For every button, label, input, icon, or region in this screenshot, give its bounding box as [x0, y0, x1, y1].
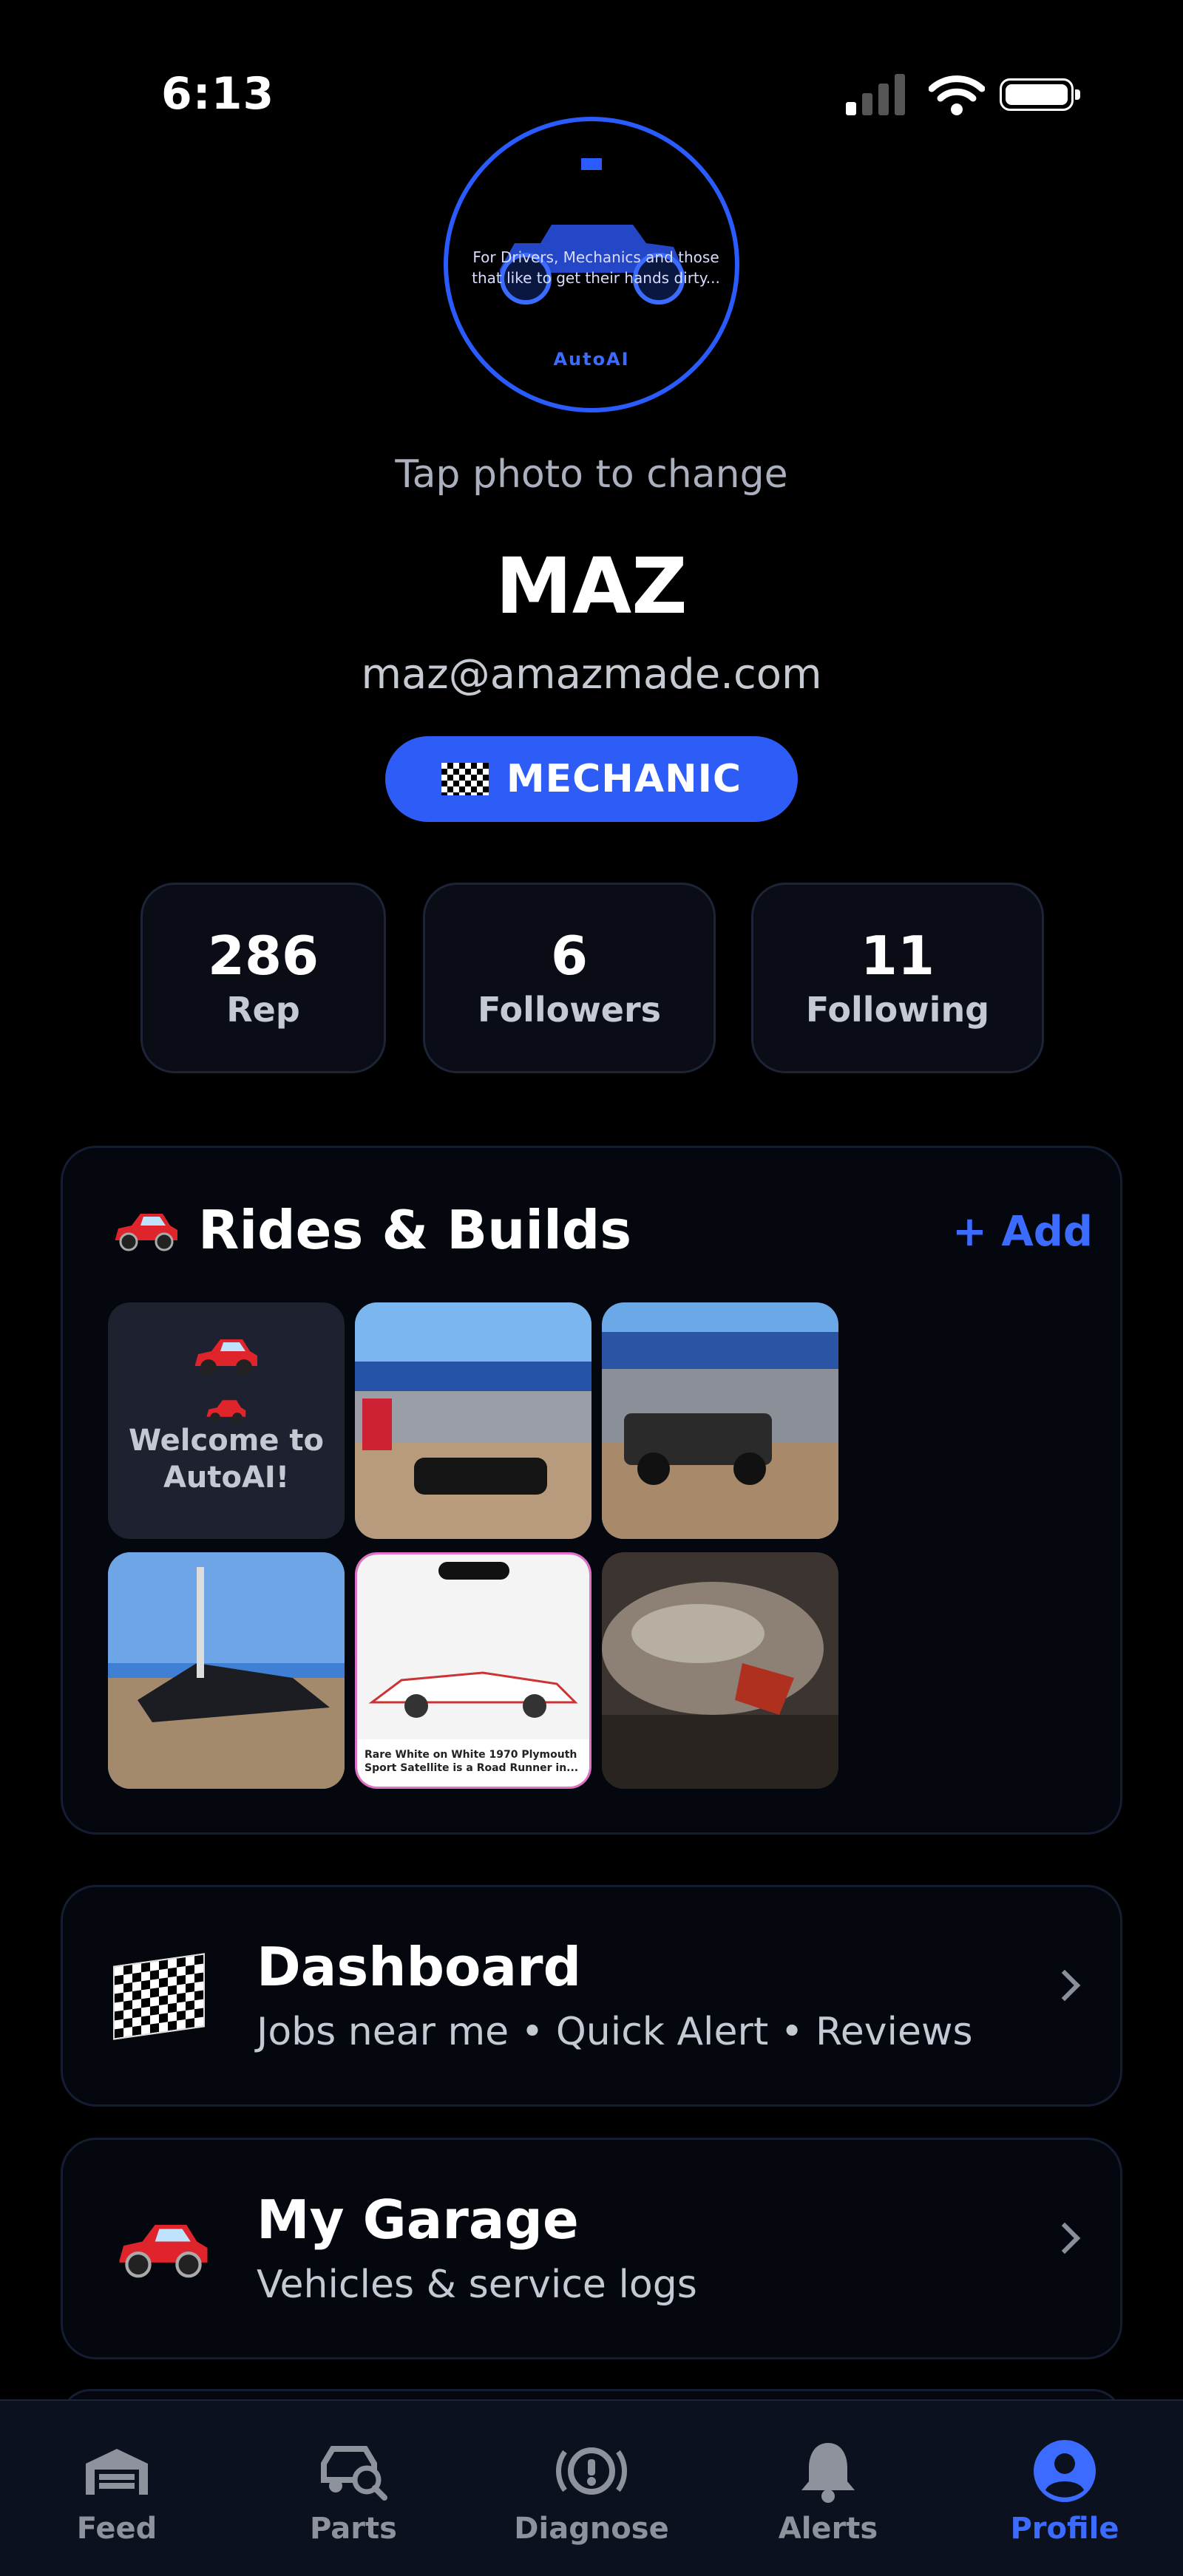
menu-title: My Garage	[257, 2189, 579, 2251]
tab-alerts[interactable]: Alerts	[747, 2438, 909, 2546]
chevron-right-icon	[1048, 1969, 1081, 2002]
ride-photo[interactable]	[602, 1552, 838, 1789]
stat-value: 6	[550, 925, 589, 987]
profile-avatar[interactable]: For Drivers, Mechanics and those that li…	[444, 117, 739, 412]
car-show-photo	[602, 1302, 838, 1539]
stat-value: 286	[207, 925, 319, 987]
my-garage-menu-item[interactable]: My Garage Vehicles & service logs	[61, 2138, 1122, 2359]
car-show-photo	[108, 1552, 345, 1789]
tab-parts[interactable]: Parts	[272, 2438, 435, 2546]
person-icon	[1034, 2440, 1096, 2502]
stat-rep[interactable]: 286 Rep	[140, 883, 386, 1073]
status-time: 6:13	[161, 68, 275, 120]
add-ride-button[interactable]: + Add	[952, 1208, 1093, 1256]
tab-profile[interactable]: Profile	[983, 2438, 1146, 2546]
red-car-icon	[119, 2224, 208, 2278]
rides-builds-title: Rides & Builds	[111, 1199, 631, 1261]
car-show-photo	[355, 1302, 592, 1539]
red-car-icon	[195, 1339, 257, 1376]
tab-label: Diagnose	[514, 2512, 669, 2546]
avatar-tagline: For Drivers, Mechanics and those that li…	[472, 248, 720, 287]
tab-feed[interactable]: Feed	[35, 2438, 198, 2546]
cellular-signal-icon	[846, 74, 905, 115]
tab-label: Alerts	[778, 2512, 878, 2546]
tab-label: Profile	[1010, 2512, 1119, 2546]
stat-label: Rep	[226, 990, 300, 1030]
motorcycle-tank-photo	[602, 1552, 838, 1789]
tab-diagnose[interactable]: Diagnose	[510, 2438, 673, 2546]
alert-circle-icon	[556, 2447, 627, 2495]
stat-value: 11	[860, 925, 935, 987]
profile-name: MAZ	[495, 541, 688, 631]
ride-photo[interactable]	[108, 1552, 345, 1789]
role-badge: MECHANIC	[385, 736, 798, 822]
bell-icon	[801, 2443, 855, 2503]
stat-label: Following	[805, 990, 990, 1030]
ride-photo-article[interactable]: Rare White on White 1970 Plymouth Sport …	[355, 1552, 592, 1789]
ride-photo[interactable]	[355, 1302, 592, 1539]
battery-icon	[1000, 78, 1080, 111]
dashboard-menu-item[interactable]: Dashboard Jobs near me • Quick Alert • R…	[61, 1885, 1122, 2107]
welcome-tile[interactable]: Welcome to AutoAI!	[108, 1302, 345, 1539]
rides-builds-label: Rides & Builds	[198, 1199, 632, 1261]
tab-label: Feed	[76, 2512, 157, 2546]
profile-email: maz@amazmade.com	[361, 650, 822, 699]
red-car-icon	[115, 1214, 177, 1251]
menu-title: Dashboard	[257, 1936, 582, 1998]
menu-subtitle: Vehicles & service logs	[257, 2263, 697, 2307]
garage-icon	[86, 2449, 148, 2495]
stat-followers[interactable]: 6 Followers	[423, 883, 716, 1073]
checkered-flag-icon	[113, 1953, 205, 2040]
chevron-right-icon	[1048, 2222, 1081, 2254]
avatar-logo-text: AutoAI	[553, 349, 630, 370]
stat-following[interactable]: 11 Following	[751, 883, 1044, 1073]
checkered-flag-icon	[441, 763, 489, 795]
tap-to-change-hint: Tap photo to change	[395, 452, 788, 497]
role-label: MECHANIC	[506, 757, 742, 801]
car-search-icon	[321, 2446, 387, 2501]
article-caption: Rare White on White 1970 Plymouth Sport …	[365, 1749, 579, 1774]
tab-bar: Feed Parts Diagnose Alerts Profile	[0, 2399, 1183, 2576]
tab-label: Parts	[310, 2512, 397, 2546]
small-red-car-icon	[206, 1400, 246, 1423]
wifi-icon	[929, 75, 985, 115]
ride-photo[interactable]	[602, 1302, 838, 1539]
menu-subtitle: Jobs near me • Quick Alert • Reviews	[257, 2010, 973, 2054]
stat-label: Followers	[477, 990, 662, 1030]
welcome-text: Welcome to AutoAI!	[128, 1424, 325, 1495]
